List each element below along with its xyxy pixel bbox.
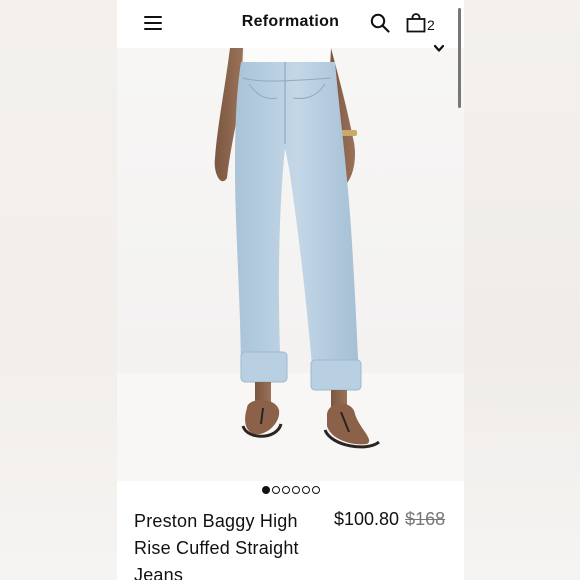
- carousel-dot-1[interactable]: [261, 486, 270, 494]
- product-image[interactable]: [117, 48, 464, 481]
- carousel-dot-2[interactable]: [271, 486, 280, 494]
- product-title: Preston Baggy High Rise Cuffed Straight …: [134, 511, 299, 580]
- carousel-indicator: [117, 486, 464, 494]
- chevron-down-icon[interactable]: [433, 44, 445, 54]
- price-block: $100.80 $168: [334, 509, 445, 530]
- original-price: $168: [405, 509, 446, 529]
- carousel-dot-4[interactable]: [291, 486, 300, 494]
- carousel-dot-6[interactable]: [311, 486, 320, 494]
- carousel-dot-5[interactable]: [301, 486, 310, 494]
- shopping-bag-icon: [406, 13, 426, 33]
- sale-price: $100.80: [334, 509, 400, 529]
- top-navigation-bar: Reformation 2: [117, 0, 464, 48]
- phone-screen: Reformation 2 Preston Baggy High Rise Cu…: [117, 0, 464, 580]
- blurred-background-right: [464, 0, 580, 580]
- shopping-bag-button[interactable]: 2: [406, 13, 440, 35]
- search-icon[interactable]: [370, 13, 390, 33]
- carousel-dot-3[interactable]: [281, 486, 290, 494]
- bag-count-badge: 2: [427, 17, 435, 33]
- scrollbar[interactable]: [458, 8, 461, 108]
- blurred-background-left: [0, 0, 117, 580]
